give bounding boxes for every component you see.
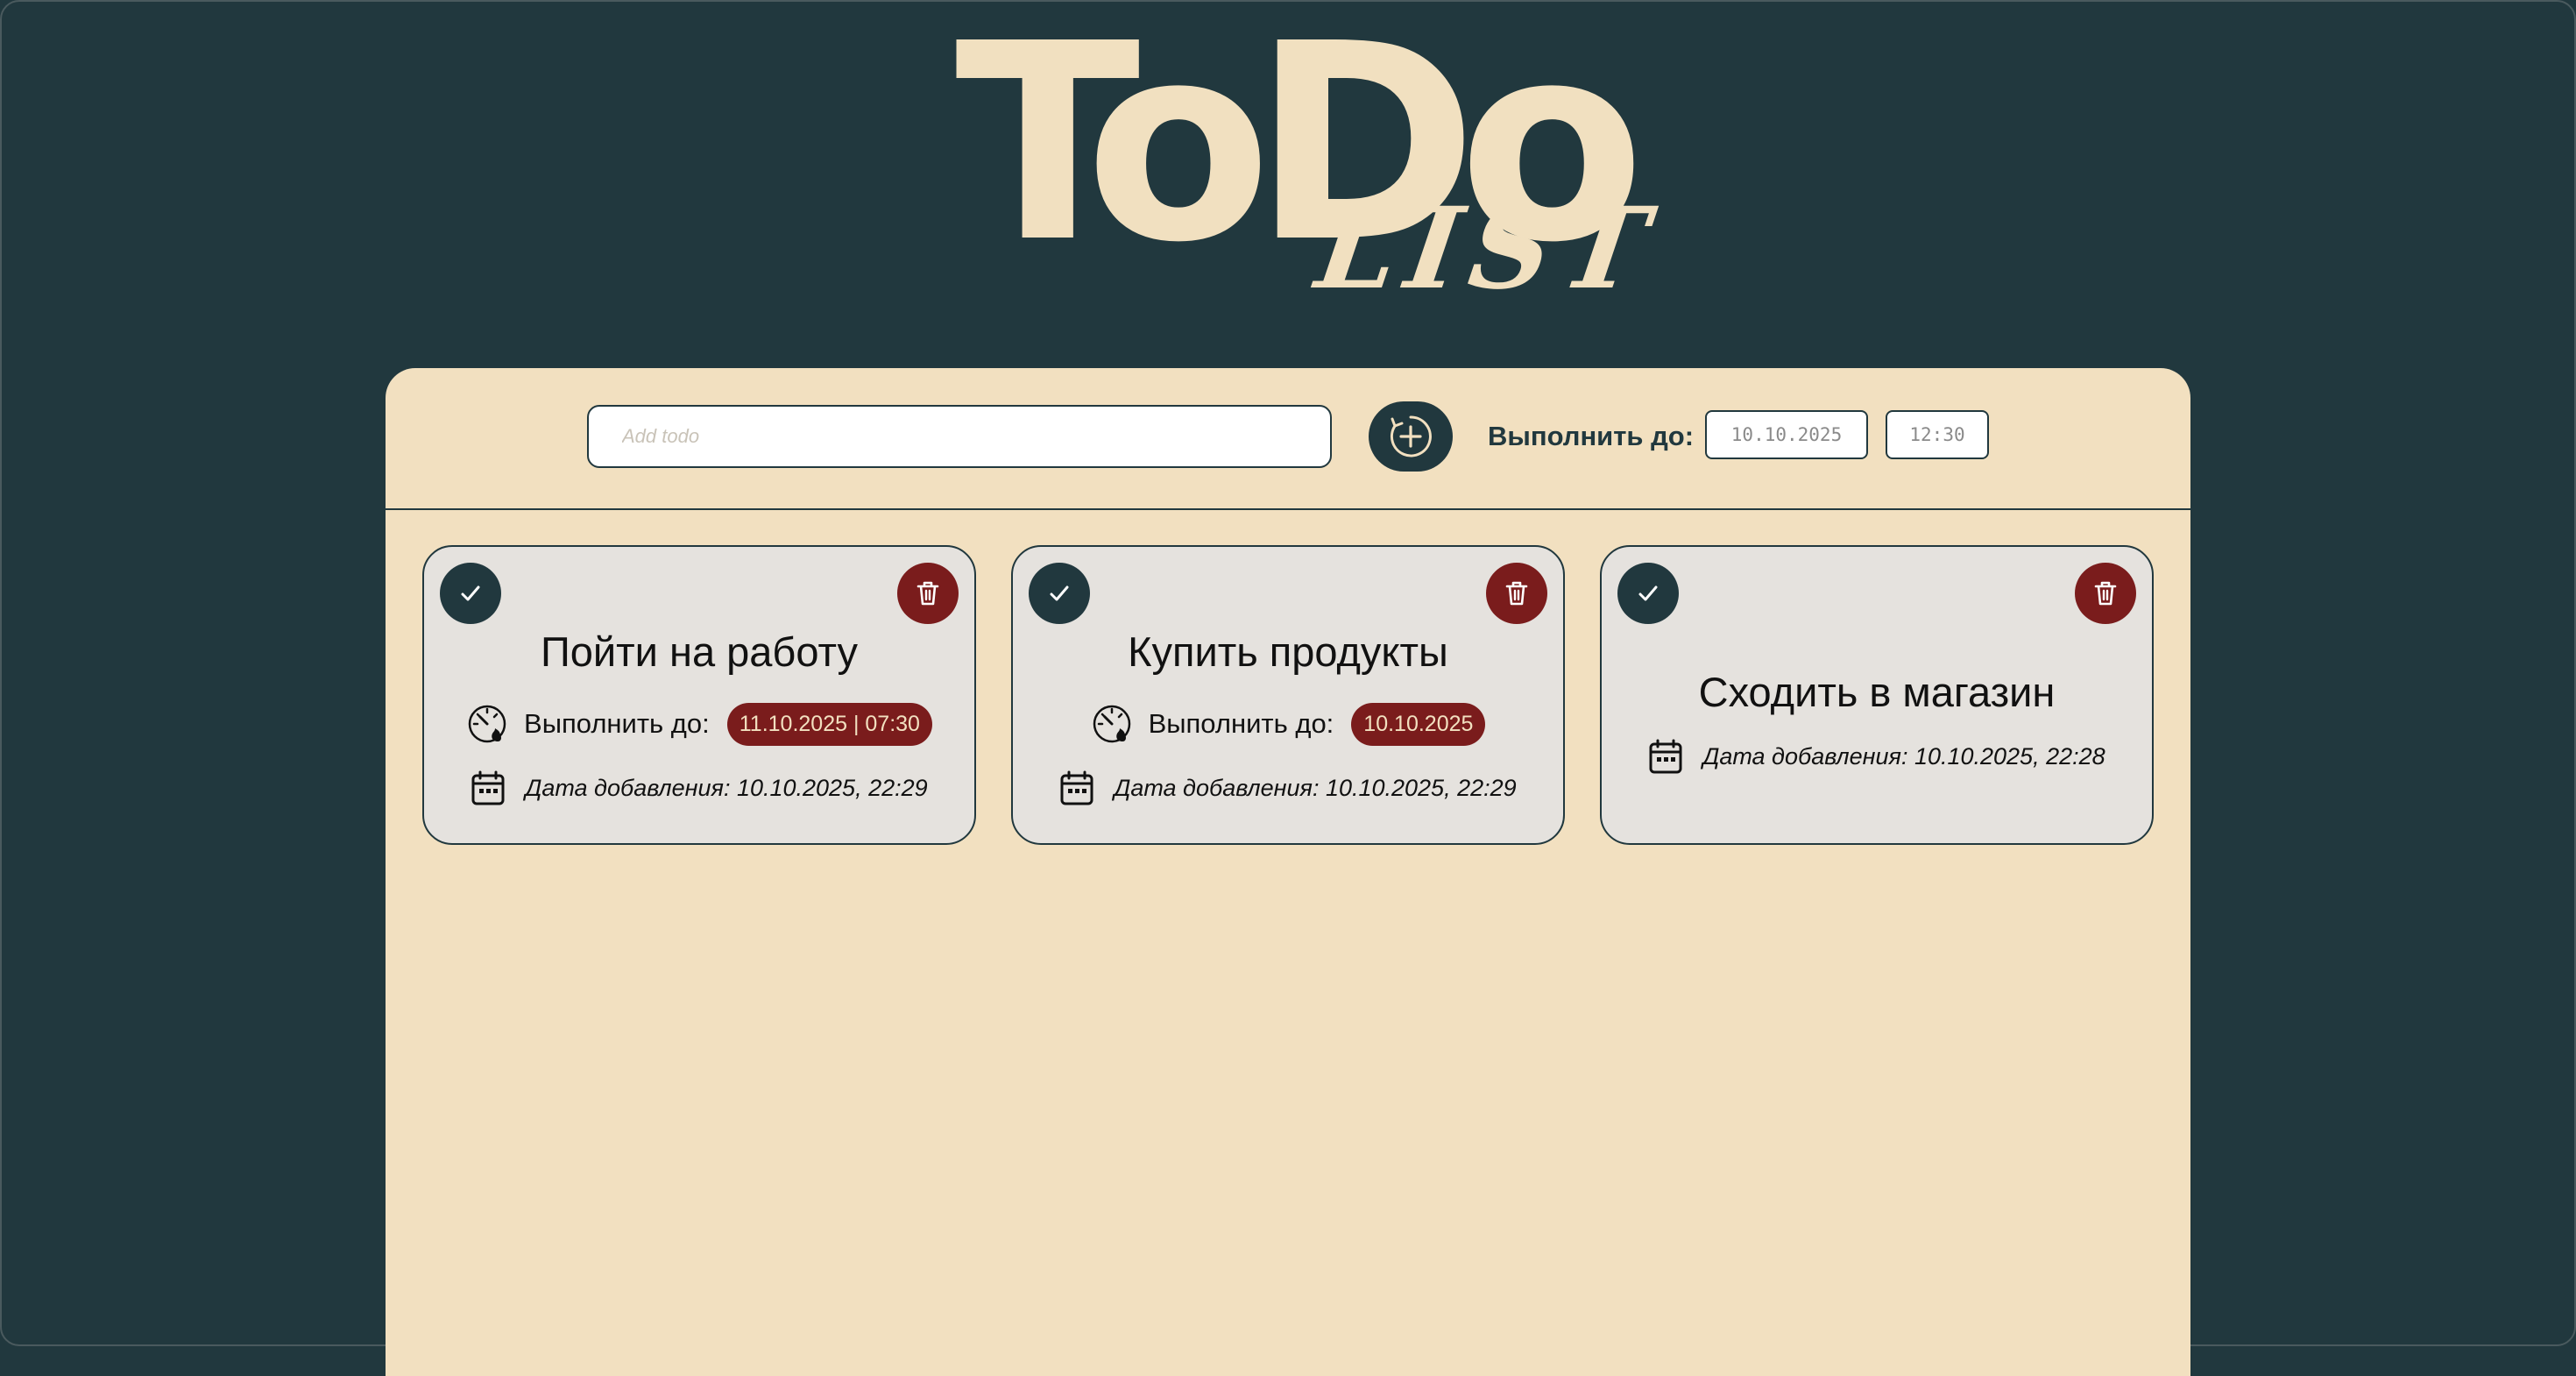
- deadline-row-label: Выполнить до:: [524, 708, 710, 739]
- todo-title: Сходить в магазин: [1698, 669, 2056, 715]
- delete-todo-button[interactable]: [897, 563, 959, 624]
- deadline-label: Выполнить до:: [1488, 421, 1695, 451]
- logo-subtitle: LIST: [1309, 183, 1667, 315]
- add-todo-toolbar: Выполнить до:: [386, 368, 2190, 510]
- check-icon: [456, 579, 485, 607]
- calendar-icon: [1059, 770, 1094, 806]
- deadline-date-input[interactable]: [1705, 410, 1868, 459]
- complete-todo-button[interactable]: [1617, 563, 1679, 624]
- delete-todo-button[interactable]: [1486, 563, 1547, 624]
- deadline-badge: 11.10.2025 | 07:30: [726, 702, 932, 746]
- todo-deadline: Выполнить до: 11.10.2025 | 07:30: [424, 699, 974, 748]
- timer-flame-icon: [1091, 701, 1136, 747]
- app-logo: ToDo LIST: [0, 0, 2576, 351]
- todo-card: Сходить в магазин Дата добавления: 10.10…: [1600, 545, 2154, 845]
- todo-deadline: Выполнить до: 10.10.2025: [1013, 699, 1563, 748]
- added-date-text: Дата добавления: 10.10.2025, 22:28: [1702, 742, 2105, 770]
- complete-todo-button[interactable]: [440, 563, 501, 624]
- todo-panel: Выполнить до: Пойти на работу Выполн: [386, 368, 2190, 1376]
- trash-icon: [1502, 578, 1532, 608]
- todo-title: Купить продукты: [1128, 628, 1448, 675]
- check-icon: [1634, 579, 1662, 607]
- todo-title: Пойти на работу: [540, 628, 859, 675]
- timer-flame-icon: [466, 701, 512, 747]
- deadline-time-input[interactable]: [1886, 410, 1989, 459]
- deadline-badge: 10.10.2025: [1351, 702, 1486, 746]
- todo-card: Пойти на работу Выполнить до: 11.10.2025…: [422, 545, 976, 845]
- complete-todo-button[interactable]: [1029, 563, 1090, 624]
- plus-circle-icon: [1388, 414, 1433, 459]
- added-date-text: Дата добавления: 10.10.2025, 22:29: [1114, 774, 1517, 801]
- todo-added-date: Дата добавления: 10.10.2025, 22:28: [1602, 734, 2152, 778]
- add-todo-button[interactable]: [1369, 401, 1453, 472]
- todo-added-date: Дата добавления: 10.10.2025, 22:29: [1013, 766, 1563, 810]
- trash-icon: [2091, 578, 2120, 608]
- todo-added-date: Дата добавления: 10.10.2025, 22:29: [424, 766, 974, 810]
- check-icon: [1045, 579, 1073, 607]
- deadline-row-label: Выполнить до:: [1148, 708, 1334, 739]
- delete-todo-button[interactable]: [2075, 563, 2136, 624]
- added-date-text: Дата добавления: 10.10.2025, 22:29: [525, 774, 928, 801]
- trash-icon: [913, 578, 943, 608]
- todo-card: Купить продукты Выполнить до: 10.10.2025…: [1011, 545, 1565, 845]
- add-todo-input[interactable]: [587, 405, 1332, 468]
- calendar-icon: [1648, 738, 1683, 775]
- calendar-icon: [471, 770, 506, 806]
